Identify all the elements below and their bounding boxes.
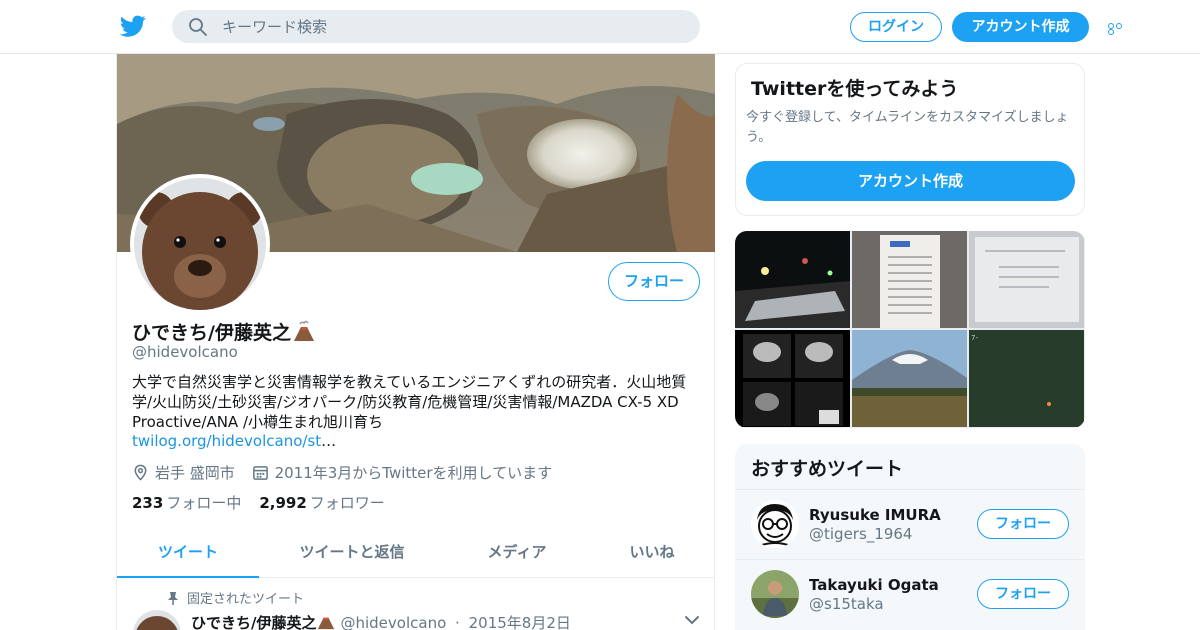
tweet-avatar[interactable] [133, 610, 181, 630]
tab-likes[interactable]: いいね [589, 528, 715, 578]
profile-joined: 2011年3月からTwitterを利用しています [252, 462, 553, 483]
recommended-tweets: おすすめツイート Ryusuke IMURA @tigers_1964 フォロー… [735, 444, 1085, 630]
recommended-user-row[interactable]: Takayuki Ogata @s15taka フォロー [735, 559, 1085, 629]
search-input[interactable] [222, 10, 682, 43]
profile-name-text: ひできち/伊藤英之 [132, 322, 291, 344]
chevron-down-icon[interactable] [684, 614, 700, 626]
signup-card: Twitterを使ってみよう 今すぐ登録して、タイムラインをカスタマイズしましょ… [735, 63, 1085, 216]
followers-link[interactable]: 2,992 フォロワー [259, 494, 384, 512]
recommended-follow-button[interactable]: フォロー [977, 579, 1069, 609]
location-text: 岩手 盛岡市 [155, 464, 235, 482]
volcano-icon [293, 320, 314, 341]
tweet-author-handle[interactable]: @hidevolcano [340, 614, 446, 630]
bear-plush-avatar [134, 178, 266, 310]
recommended-user-row[interactable]: Ryusuke IMURA @tigers_1964 フォロー [735, 489, 1085, 559]
profile-name: ひできち/伊藤英之 [132, 318, 316, 345]
profile-column: フォロー ひできち/伊藤英之 @hidevolcano 大学で自然災害学と災害情… [116, 54, 715, 630]
night-street-photo[interactable] [735, 231, 850, 328]
signup-button[interactable]: アカウント作成 [952, 12, 1089, 42]
joined-text: 2011年3月からTwitterを利用しています [274, 464, 553, 482]
pin-icon [168, 592, 178, 605]
profile-handle: @hidevolcano [132, 343, 238, 361]
pinned-tweet-header: ひできち/伊藤英之 @hidevolcano · 2015年8月2日 [191, 612, 571, 630]
twitter-bird-icon[interactable] [120, 13, 146, 39]
media-grid: 7- [735, 231, 1085, 428]
tab-tweets-and-replies[interactable]: ツイートと返信 [259, 528, 445, 578]
calendar-icon [252, 466, 268, 480]
follow-counts: 233 フォロー中 2,992 フォロワー [132, 492, 385, 513]
recommended-user-name[interactable]: Ryusuke IMURA [809, 506, 941, 524]
bear-plush-avatar-small [133, 610, 181, 630]
document-photo[interactable] [969, 231, 1084, 328]
follow-button[interactable]: フォロー [608, 262, 700, 301]
recommended-user-handle[interactable]: @tigers_1964 [809, 525, 912, 543]
search-box[interactable] [172, 10, 700, 43]
profile-avatar[interactable] [130, 174, 270, 314]
signup-card-title: Twitterを使ってみよう [751, 78, 959, 100]
following-count: 233 [132, 494, 164, 512]
pinned-tweet-label: 固定されたツイート [167, 588, 304, 607]
following-link[interactable]: 233 フォロー中 [132, 494, 241, 512]
svg-text:7-: 7- [971, 334, 978, 342]
top-bar: ログイン アカウント作成 [0, 0, 1200, 54]
profile-bio: 大学で自然災害学と災害情報学を教えているエンジニアくずれの研究者．火山地質学/火… [132, 373, 687, 431]
login-button[interactable]: ログイン [850, 12, 942, 42]
cartoon-face-avatar[interactable] [751, 500, 799, 548]
bio-link-ellipsis: … [321, 432, 337, 450]
tweet-author-name[interactable]: ひできち/伊藤英之 [191, 614, 316, 630]
profile-tabs: ツイート ツイートと返信 メディア いいね [117, 528, 715, 578]
photo-avatar[interactable] [751, 570, 799, 618]
search-icon [189, 18, 207, 36]
tab-tweets[interactable]: ツイート [117, 528, 259, 578]
followers-label: フォロワー [309, 494, 385, 512]
bio-link-text[interactable]: twilog.org/hidevolcano/st [132, 432, 321, 450]
recommended-user-handle[interactable]: @s15taka [809, 595, 884, 613]
dark-green-photo[interactable]: 7- [969, 330, 1084, 427]
tweet-date[interactable]: 2015年8月2日 [469, 614, 571, 630]
radar-images-photo[interactable] [735, 330, 850, 427]
volcano-icon [318, 617, 335, 630]
pinned-label-text: 固定されたツイート [187, 592, 305, 607]
recommended-user-name[interactable]: Takayuki Ogata [809, 576, 939, 594]
signup-card-text: 今すぐ登録して、タイムラインをカスタマイズしましょう。 [746, 110, 1069, 145]
receipt-photo[interactable] [852, 231, 967, 328]
profile-meta: 岩手 盛岡市 2011年3月からTwitterを利用しています [132, 462, 564, 483]
more-dots-icon[interactable] [1108, 23, 1130, 35]
profile-bio-link[interactable]: twilog.org/hidevolcano/st… [132, 431, 336, 451]
profile-location: 岩手 盛岡市 [132, 462, 235, 483]
followers-count: 2,992 [259, 494, 307, 512]
signup-card-button[interactable]: アカウント作成 [746, 161, 1075, 201]
mount-iwate-photo[interactable] [852, 330, 967, 427]
recommended-follow-button[interactable]: フォロー [977, 509, 1069, 539]
location-pin-icon [134, 464, 147, 481]
following-label: フォロー中 [166, 494, 242, 512]
recommended-title: おすすめツイート [751, 458, 904, 480]
tab-media[interactable]: メディア [445, 528, 589, 578]
tweet-separator: · [455, 614, 460, 630]
